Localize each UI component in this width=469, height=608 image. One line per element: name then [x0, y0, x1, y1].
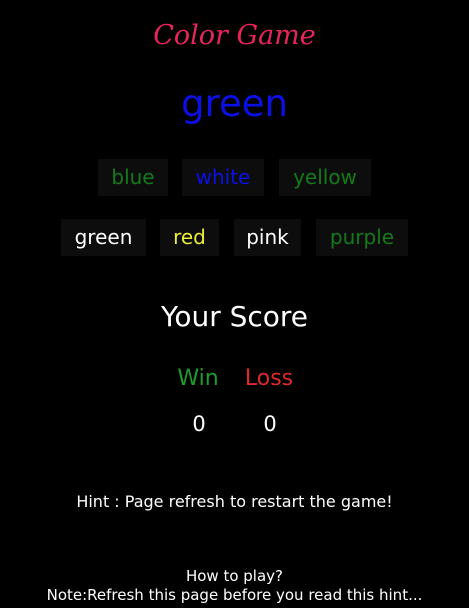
option-label: blue [111, 165, 155, 189]
option-label: white [195, 165, 251, 189]
option-pink-button[interactable]: pink [234, 219, 301, 256]
option-label: red [173, 225, 206, 249]
how-to-play-note: Note:Refresh this page before you read t… [46, 586, 423, 604]
option-label: green [74, 225, 133, 249]
target-color-word: green [181, 82, 288, 125]
game-title: Color Game [153, 20, 316, 51]
option-label: yellow [293, 165, 357, 189]
win-count: 0 [192, 412, 206, 436]
how-to-play-section: How to play? Note:Refresh this page befo… [0, 567, 469, 605]
option-label: pink [246, 225, 289, 249]
how-to-play-title: How to play? [185, 567, 284, 585]
score-heading: Your Score [160, 300, 309, 333]
loss-label: Loss [244, 366, 294, 391]
loss-count: 0 [263, 412, 277, 436]
option-red-button[interactable]: red [160, 219, 219, 256]
win-label: Win [177, 366, 219, 391]
hint-text: Hint : Page refresh to restart the game! [76, 492, 393, 511]
option-green-button[interactable]: green [61, 219, 146, 256]
option-blue-button[interactable]: blue [98, 159, 168, 196]
option-yellow-button[interactable]: yellow [279, 159, 371, 196]
option-white-button[interactable]: white [182, 159, 264, 196]
option-purple-button[interactable]: purple [316, 219, 408, 256]
option-label: purple [329, 225, 395, 249]
